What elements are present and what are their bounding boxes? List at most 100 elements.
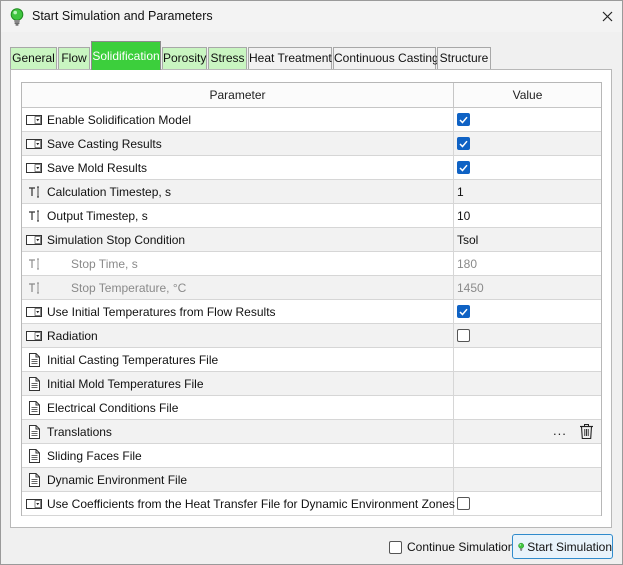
- parameter-cell: Initial Mold Temperatures File: [22, 372, 454, 395]
- parameter-label: Save Casting Results: [47, 137, 162, 151]
- text-field-icon: [26, 209, 42, 222]
- parameter-table: Parameter Value Enable Solidification Mo…: [21, 82, 602, 516]
- value-cell[interactable]: [454, 324, 601, 347]
- tab-general[interactable]: General: [10, 47, 57, 69]
- value-cell[interactable]: 1: [454, 180, 601, 203]
- tab-porosity[interactable]: Porosity: [162, 47, 207, 69]
- lightbulb-icon: [518, 542, 525, 551]
- start-simulation-button[interactable]: Start Simulation: [512, 534, 613, 559]
- value-cell[interactable]: [454, 156, 601, 179]
- value-cell[interactable]: 180: [454, 252, 601, 275]
- file-icon: [26, 352, 42, 367]
- parameter-cell: Save Casting Results: [22, 132, 454, 155]
- table-row[interactable]: Translations...: [22, 420, 601, 444]
- dialog-window: Start Simulation and Parameters General F…: [0, 0, 623, 565]
- parameter-label: Stop Temperature, °C: [71, 281, 187, 295]
- start-simulation-label: Start Simulation: [527, 539, 612, 554]
- parameter-label: Initial Casting Temperatures File: [47, 353, 219, 367]
- value-cell[interactable]: 10: [454, 204, 601, 227]
- table-row[interactable]: Calculation Timestep, s 1: [22, 180, 601, 204]
- value-text[interactable]: Tsol: [457, 233, 478, 247]
- parameter-cell: Electrical Conditions File: [22, 396, 454, 419]
- tab-panel: Parameter Value Enable Solidification Mo…: [10, 69, 612, 528]
- parameter-cell: Stop Temperature, °C: [22, 276, 454, 299]
- checkbox-checked[interactable]: [457, 137, 470, 150]
- checkbox-checked[interactable]: [457, 305, 470, 318]
- column-header-parameter: Parameter: [22, 83, 454, 107]
- close-button[interactable]: [592, 1, 622, 31]
- table-row[interactable]: Dynamic Environment File: [22, 468, 601, 492]
- parameter-cell: Save Mold Results: [22, 156, 454, 179]
- parameter-cell: Output Timestep, s: [22, 204, 454, 227]
- checkbox-unchecked[interactable]: [457, 329, 470, 342]
- parameter-cell: Enable Solidification Model: [22, 108, 454, 131]
- value-text[interactable]: 180: [457, 257, 477, 271]
- continue-simulation-checkbox[interactable]: Continue Simulation: [389, 540, 514, 554]
- table-row[interactable]: Output Timestep, s 10: [22, 204, 601, 228]
- value-cell[interactable]: [454, 372, 601, 395]
- file-icon: [26, 424, 42, 439]
- dialog-footer: Continue Simulation Start Simulation: [1, 531, 622, 564]
- trash-icon[interactable]: [579, 423, 594, 440]
- value-cell[interactable]: [454, 396, 601, 419]
- file-icon: [26, 472, 42, 487]
- parameter-label: Stop Time, s: [71, 257, 138, 271]
- value-cell[interactable]: [454, 348, 601, 371]
- dropdown-icon: [26, 233, 42, 246]
- browse-button[interactable]: ...: [553, 423, 567, 438]
- value-cell[interactable]: [454, 300, 601, 323]
- table-row[interactable]: Sliding Faces File: [22, 444, 601, 468]
- checkbox-checked[interactable]: [457, 161, 470, 174]
- parameter-label: Use Initial Temperatures from Flow Resul…: [47, 305, 276, 319]
- parameter-cell: Use Initial Temperatures from Flow Resul…: [22, 300, 454, 323]
- dropdown-icon: [26, 497, 42, 510]
- parameter-cell: Simulation Stop Condition: [22, 228, 454, 251]
- tab-solidification[interactable]: Solidification: [91, 41, 161, 70]
- dropdown-icon: [26, 329, 42, 342]
- table-row[interactable]: Initial Casting Temperatures File: [22, 348, 601, 372]
- value-cell[interactable]: Tsol: [454, 228, 601, 251]
- dropdown-icon: [26, 305, 42, 318]
- parameter-cell: Radiation: [22, 324, 454, 347]
- value-cell[interactable]: ...: [454, 420, 601, 443]
- tab-continuous-casting[interactable]: Continuous Casting: [333, 47, 439, 69]
- value-cell[interactable]: [454, 492, 601, 515]
- value-text[interactable]: 1450: [457, 281, 484, 295]
- value-text[interactable]: 10: [457, 209, 470, 223]
- table-row[interactable]: Save Casting Results: [22, 132, 601, 156]
- table-row[interactable]: Enable Solidification Model: [22, 108, 601, 132]
- tab-stress[interactable]: Stress: [208, 47, 247, 69]
- value-cell[interactable]: [454, 444, 601, 467]
- table-row[interactable]: Radiation: [22, 324, 601, 348]
- value-cell[interactable]: [454, 108, 601, 131]
- file-icon: [26, 376, 42, 391]
- table-header: Parameter Value: [22, 83, 601, 108]
- table-row[interactable]: Electrical Conditions File: [22, 396, 601, 420]
- table-row[interactable]: Stop Time, s 180: [22, 252, 601, 276]
- parameter-cell: Calculation Timestep, s: [22, 180, 454, 203]
- value-cell[interactable]: [454, 468, 601, 491]
- value-cell[interactable]: 1450: [454, 276, 601, 299]
- table-row[interactable]: Save Mold Results: [22, 156, 601, 180]
- tab-heat-treatment[interactable]: Heat Treatment: [248, 47, 332, 69]
- parameter-label: Sliding Faces File: [47, 449, 142, 463]
- text-field-icon: [26, 257, 42, 270]
- checkbox-checked[interactable]: [457, 113, 470, 126]
- checkbox-unchecked[interactable]: [457, 497, 470, 510]
- dropdown-icon: [26, 137, 42, 150]
- value-text[interactable]: 1: [457, 185, 464, 199]
- table-row[interactable]: Use Initial Temperatures from Flow Resul…: [22, 300, 601, 324]
- table-row[interactable]: Use Coefficients from the Heat Transfer …: [22, 492, 601, 516]
- tab-structure[interactable]: Structure: [437, 47, 491, 69]
- table-row[interactable]: Simulation Stop Condition Tsol: [22, 228, 601, 252]
- value-cell[interactable]: [454, 132, 601, 155]
- parameter-label: Initial Mold Temperatures File: [47, 377, 204, 391]
- parameter-label: Output Timestep, s: [47, 209, 148, 223]
- checkbox-box[interactable]: [389, 540, 402, 554]
- tab-flow[interactable]: Flow: [58, 47, 90, 69]
- parameter-label: Dynamic Environment File: [47, 473, 188, 487]
- table-row[interactable]: Stop Temperature, °C 1450: [22, 276, 601, 300]
- file-icon: [26, 400, 42, 415]
- table-row[interactable]: Initial Mold Temperatures File: [22, 372, 601, 396]
- parameter-cell: Use Coefficients from the Heat Transfer …: [22, 492, 455, 515]
